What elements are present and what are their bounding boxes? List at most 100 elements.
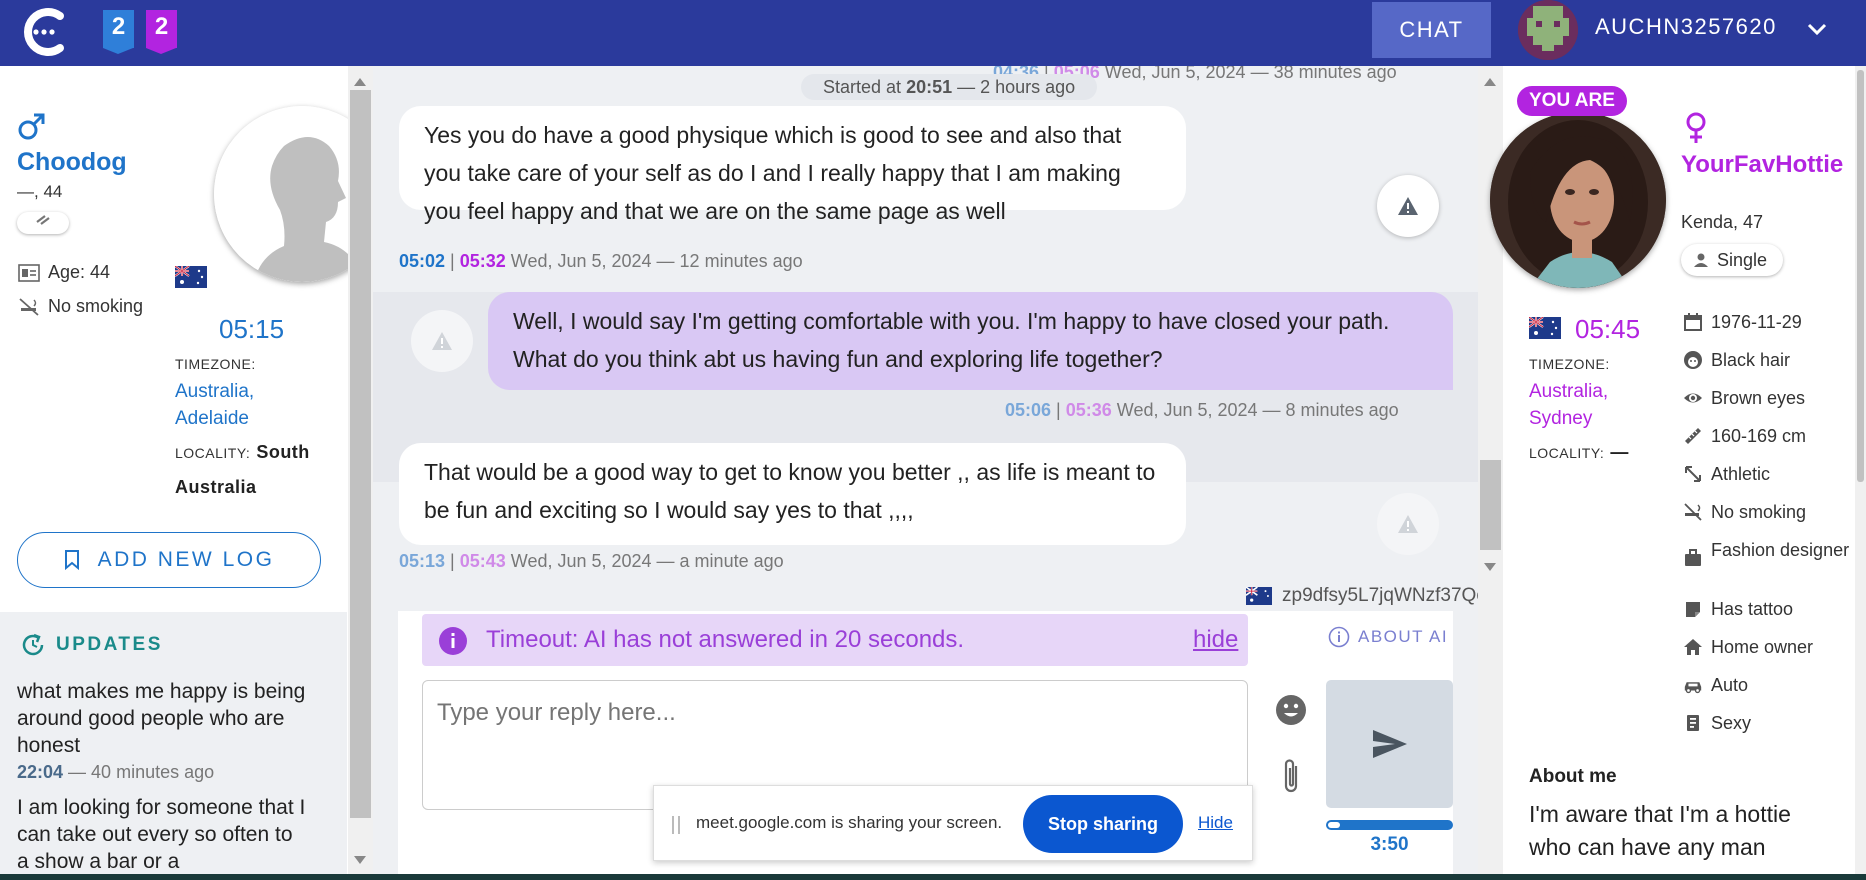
you-are-badge: YOU ARE: [1517, 86, 1627, 116]
personality-icon: [1687, 715, 1699, 731]
chat-scrollbar-left[interactable]: [348, 66, 373, 880]
attribute-personality: Sexy: [1683, 713, 1853, 734]
peer-id-row: zp9dfsy5L7jqWNzf37Qo: [1246, 585, 1487, 607]
timezone-value-line1: Australia,: [175, 381, 255, 402]
add-new-log-button[interactable]: ADD NEW LOG: [17, 532, 321, 588]
chat-button[interactable]: CHAT: [1372, 2, 1491, 58]
stop-sharing-button[interactable]: Stop sharing: [1023, 795, 1183, 853]
attribute-body-type: Athletic: [1683, 464, 1853, 485]
hide-timeout-link[interactable]: hide: [1193, 626, 1238, 654]
page-scrollbar-thumb[interactable]: [1857, 70, 1864, 482]
locality-value-line1: South: [256, 442, 310, 462]
page-scrollbar[interactable]: [1855, 66, 1866, 880]
taskbar-edge: [0, 874, 1866, 880]
updates-refresh-icon: [22, 633, 44, 656]
meta-date: Wed, Jun 5, 2024 — a minute ago: [505, 551, 784, 571]
username-label[interactable]: AUCHN3257620: [1595, 14, 1777, 40]
timezone-label: TIMEZONE:: [1529, 356, 1610, 372]
paperclip-icon[interactable]: [1278, 758, 1306, 798]
meta-date: Wed, Jun 5, 2024 — 38 minutes ago: [1104, 66, 1397, 82]
attribute-label: Sexy: [1711, 713, 1752, 733]
top-navigation-bar: 2 2 CHAT AUCHN3257620: [0, 0, 1866, 66]
partner-subtitle: —, 44: [17, 182, 63, 201]
message-meta: 05:13 | 05:43 Wed, Jun 5, 2024 — a minut…: [399, 551, 784, 572]
id-card-icon: [18, 263, 40, 282]
user-avatar[interactable]: [1518, 0, 1578, 60]
drag-handle[interactable]: [672, 816, 680, 834]
attribute-label: Auto: [1711, 675, 1749, 695]
incoming-message-bubble[interactable]: Yes you do have a good physique which is…: [399, 106, 1186, 224]
info-icon: [439, 627, 467, 655]
warning-icon: [1398, 197, 1418, 215]
attribute-label: No smoking: [1711, 502, 1807, 522]
meta-date: Wed, Jun 5, 2024 — 8 minutes ago: [1111, 400, 1399, 420]
partner-name[interactable]: Choodog: [17, 148, 127, 177]
chat-area: 04:36 | 05:06 Wed, Jun 5, 2024 — 38 minu…: [373, 66, 1487, 880]
own-name[interactable]: YourFavHottie: [1681, 150, 1851, 179]
relationship-status-chip[interactable]: Single: [1681, 244, 1784, 276]
app-logo-icon[interactable]: [20, 6, 70, 58]
attribute-label: Fashion designer: [1711, 540, 1850, 560]
hide-share-bar-link[interactable]: Hide: [1198, 813, 1233, 833]
peer-id-text[interactable]: zp9dfsy5L7jqWNzf37Qo: [1282, 585, 1487, 607]
own-local-time: 05:45: [1575, 314, 1641, 344]
report-message-button[interactable]: [411, 310, 473, 372]
eye-icon: [1684, 393, 1702, 403]
scroll-up-arrow[interactable]: [354, 78, 366, 86]
attribute-birthdate: 1976-11-29: [1683, 312, 1853, 333]
timezone-value-line2: Sydney: [1529, 408, 1593, 429]
bookmark-icon: [64, 550, 79, 570]
body-type-icon: [1685, 466, 1701, 482]
no-smoking-icon: [1684, 503, 1702, 521]
hair-icon: [1684, 351, 1702, 369]
warning-icon: [432, 332, 452, 350]
tattoo-icon: [1686, 602, 1700, 617]
attribute-label: Athletic: [1711, 464, 1771, 484]
timezone-label: TIMEZONE:: [175, 356, 256, 372]
about-me-text: I'm aware that I'm a hottie who can have…: [1529, 801, 1791, 860]
male-gender-icon: [18, 113, 45, 140]
incoming-message-bubble[interactable]: That would be a good way to get to know …: [399, 443, 1186, 545]
timeout-message: Timeout: AI has not answered in 20 secon…: [486, 626, 965, 653]
meta-time-local: 05:43: [459, 551, 506, 571]
update-time-ago: — 40 minutes ago: [63, 762, 215, 782]
about-me-title: About me: [1529, 766, 1617, 787]
translate-chip[interactable]: [17, 212, 69, 234]
own-avatar[interactable]: [1490, 112, 1666, 288]
ai-timeout-banner: Timeout: AI has not answered in 20 secon…: [422, 614, 1248, 666]
outgoing-message-bubble[interactable]: Well, I would say I'm getting comfortabl…: [488, 292, 1453, 390]
scrollbar-thumb[interactable]: [1480, 460, 1501, 550]
screen-share-text: meet.google.com is sharing your screen.: [696, 813, 1003, 832]
scroll-down-arrow[interactable]: [1484, 563, 1496, 571]
home-icon: [1684, 639, 1702, 655]
briefcase-icon: [1685, 549, 1701, 566]
ruler-icon: [1685, 428, 1701, 444]
car-icon: [1684, 682, 1702, 694]
smoking-row: No smoking: [18, 296, 143, 317]
reply-timer-progress: [1326, 820, 1453, 830]
scroll-up-arrow[interactable]: [1484, 78, 1496, 86]
update-time-value: 22:04: [17, 762, 64, 782]
scrollbar-thumb[interactable]: [350, 90, 371, 818]
scroll-down-arrow[interactable]: [354, 856, 366, 864]
partner-profile-panel: Choodog —, 44 Age: 44 No smoking 05:15 T…: [0, 66, 390, 880]
calendar-icon: [1684, 313, 1702, 331]
send-icon: [1372, 730, 1407, 758]
notification-badge-blue[interactable]: 2: [103, 10, 134, 54]
send-button[interactable]: [1326, 680, 1453, 808]
meta-time-local: 05:36: [1065, 400, 1112, 420]
person-icon: [1694, 253, 1708, 267]
report-message-button[interactable]: [1377, 175, 1439, 237]
timezone-value-line1: Australia,: [1529, 381, 1609, 402]
australia-flag-icon: [175, 266, 207, 293]
relationship-status-label: Single: [1717, 249, 1768, 270]
locality-row: LOCALITY: South: [175, 442, 310, 463]
notification-badge-purple[interactable]: 2: [146, 10, 177, 54]
own-profile-panel: YOU ARE YourFavHottie Kenda, 47 Single 0…: [1490, 66, 1866, 880]
female-gender-icon: [1686, 112, 1706, 143]
report-message-button[interactable]: [1377, 493, 1439, 555]
chevron-down-icon[interactable]: [1806, 18, 1828, 40]
meta-separator: |: [445, 551, 460, 571]
emoji-icon[interactable]: [1274, 693, 1308, 727]
about-ai-button[interactable]: ABOUT AI: [1328, 626, 1448, 648]
